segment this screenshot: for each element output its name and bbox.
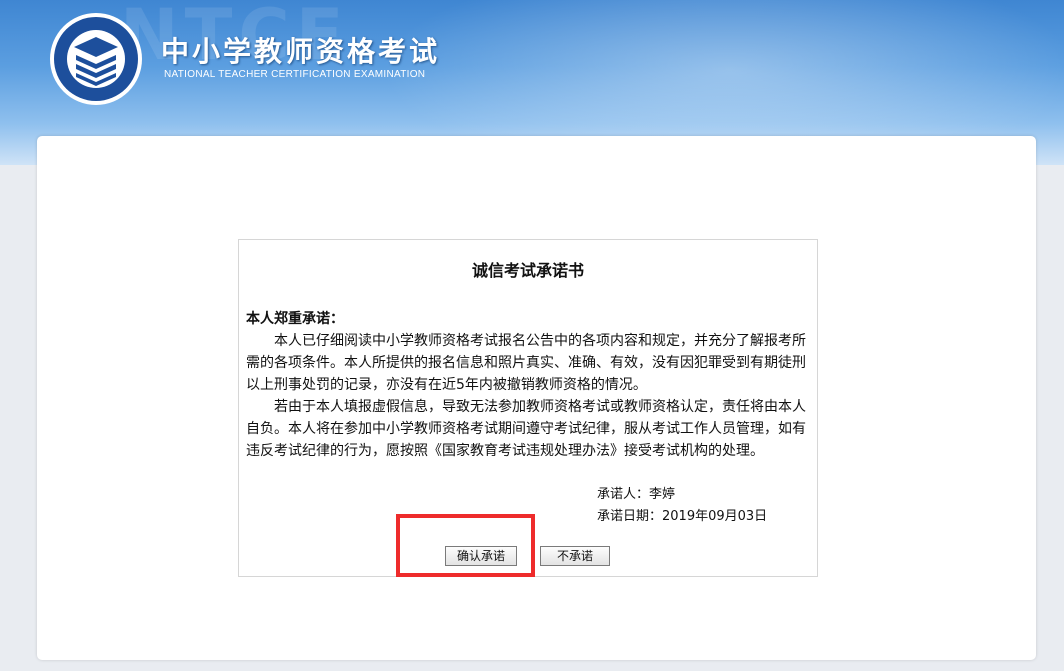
site-title-english: NATIONAL TEACHER CERTIFICATION EXAMINATI…	[164, 69, 426, 80]
confirm-pledge-button[interactable]: 确认承诺	[445, 546, 517, 566]
signer-name: 承诺人：李婷	[597, 487, 676, 502]
pledge-paragraph-2: 若由于本人填报虚假信息，导致无法参加教师资格考试或教师资格认定，责任将由本人自负…	[246, 399, 806, 459]
pledge-body: 本人郑重承诺： 本人已仔细阅读中小学教师资格考试报名公告中的各项内容和规定，并充…	[246, 308, 812, 462]
signature-block: 承诺人：李婷 承诺日期：2019年09月03日	[597, 484, 767, 528]
pledge-title: 诚信考试承诺书	[471, 261, 584, 280]
pledge-lead: 本人郑重承诺：	[246, 311, 344, 327]
pledge-box: 诚信考试承诺书 本人郑重承诺： 本人已仔细阅读中小学教师资格考试报名公告中的各项…	[238, 239, 818, 577]
pledge-paragraph-1: 本人已仔细阅读中小学教师资格考试报名公告中的各项内容和规定，并充分了解报考所需的…	[246, 333, 806, 393]
book-seal-logo-icon	[50, 13, 142, 105]
site-title: 中小学教师资格考试	[161, 35, 441, 68]
pledge-date: 承诺日期：2019年09月03日	[597, 509, 768, 524]
decline-pledge-button[interactable]: 不承诺	[540, 546, 610, 566]
